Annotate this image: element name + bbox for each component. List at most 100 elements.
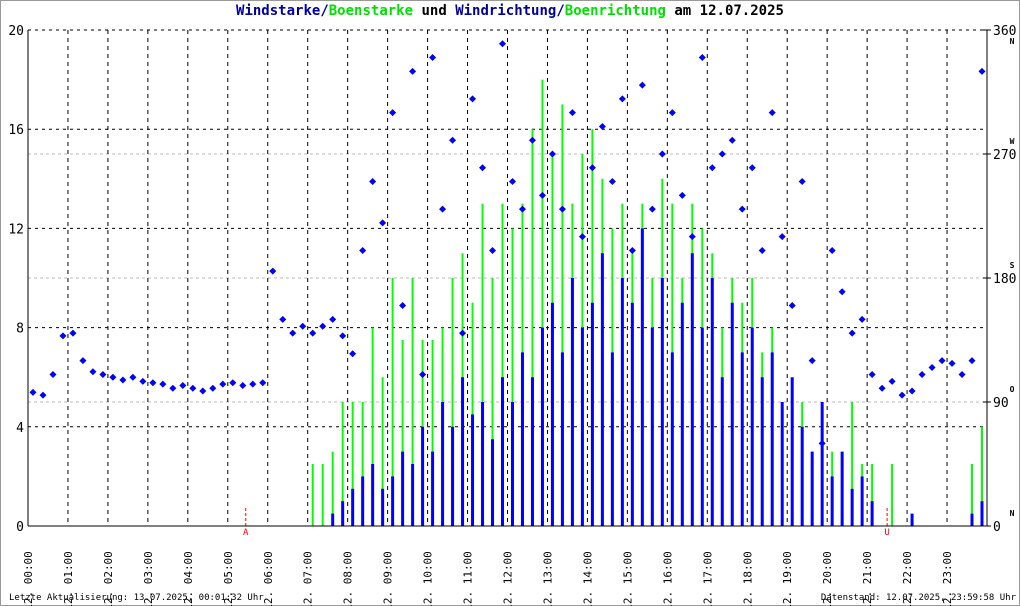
last-update-text: Letzte Aktualisierung: 13.07.2025, 00:01… (9, 593, 264, 603)
direction-point (119, 376, 127, 384)
direction-point (269, 267, 277, 275)
x-tick-label: 12. 10:00 (422, 551, 435, 606)
direction-point (688, 233, 696, 241)
x-tick-label: 12. 19:00 (781, 551, 794, 606)
direction-point (718, 150, 726, 158)
right-tick-label: 270 (993, 148, 1016, 163)
direction-point (449, 136, 457, 144)
x-tick-label: 12. 16:00 (661, 551, 674, 606)
direction-point (528, 136, 536, 144)
direction-point (409, 67, 417, 75)
direction-point (818, 439, 826, 447)
direction-point (648, 205, 656, 213)
right-tick-label: 0 (993, 520, 1001, 535)
compass-label: S (1010, 261, 1015, 270)
x-tick-label: 12. 18:00 (741, 551, 754, 606)
direction-point (289, 329, 297, 337)
direction-point (459, 329, 467, 337)
direction-point (698, 54, 706, 62)
direction-point (868, 370, 876, 378)
direction-point (948, 359, 956, 367)
direction-point (928, 364, 936, 372)
direction-point (738, 205, 746, 213)
direction-point (89, 368, 97, 376)
direction-point (638, 81, 646, 89)
x-tick-label: 12. 12:00 (502, 551, 515, 606)
direction-point (309, 329, 317, 337)
direction-point (958, 370, 966, 378)
left-tick-label: 20 (8, 24, 24, 39)
direction-point (608, 178, 616, 186)
direction-point (49, 370, 57, 378)
wind-chart: 0N90O180S270W360N04812162012. 00:00 12. 0… (8, 24, 1016, 606)
direction-point (339, 332, 347, 340)
direction-point (918, 370, 926, 378)
marker-label-A: A (243, 528, 249, 538)
data-timestamp-text: Datenstand: 12.07.2025, 23:59:58 Uhr (820, 593, 1016, 603)
direction-point (169, 384, 177, 392)
direction-point (79, 357, 87, 365)
x-tick-label: 12. 07:00 (302, 551, 315, 606)
left-tick-label: 8 (16, 322, 24, 337)
direction-point (259, 379, 267, 387)
direction-point (489, 246, 497, 254)
direction-point (508, 178, 516, 186)
direction-point (558, 205, 566, 213)
compass-label: O (1010, 385, 1015, 394)
direction-point (149, 379, 157, 387)
marker-label-U: U (884, 528, 889, 538)
direction-point (668, 109, 676, 117)
direction-point (758, 246, 766, 254)
direction-point (359, 246, 367, 254)
direction-point (888, 377, 896, 385)
direction-point (768, 109, 776, 117)
direction-point (279, 315, 287, 323)
direction-point (848, 329, 856, 337)
direction-point (249, 380, 257, 388)
x-tick-label: 12. 17:00 (701, 551, 714, 606)
direction-point (59, 332, 67, 340)
direction-point (139, 377, 147, 385)
direction-point (568, 109, 576, 117)
direction-point (99, 370, 107, 378)
direction-point (239, 381, 247, 389)
direction-point (349, 350, 357, 358)
direction-point (838, 288, 846, 296)
direction-point (419, 370, 427, 378)
direction-point (379, 219, 387, 227)
direction-point (748, 164, 756, 172)
x-tick-label: 12. 15:00 (621, 551, 634, 606)
direction-point (389, 109, 397, 117)
direction-point (69, 329, 77, 337)
direction-point (439, 205, 447, 213)
direction-point (538, 191, 546, 199)
x-tick-label: 12. 14:00 (581, 551, 594, 606)
direction-point (788, 302, 796, 310)
direction-point (628, 246, 636, 254)
compass-label: N (1010, 37, 1015, 46)
direction-point (798, 178, 806, 186)
direction-point (229, 379, 237, 387)
direction-point (708, 164, 716, 172)
direction-point (778, 233, 786, 241)
left-tick-label: 0 (16, 520, 24, 535)
direction-point (429, 54, 437, 62)
direction-point (329, 315, 337, 323)
direction-point (189, 384, 197, 392)
direction-point (878, 384, 886, 392)
direction-point (588, 164, 596, 172)
right-tick-label: 90 (993, 396, 1009, 411)
direction-point (399, 302, 407, 310)
direction-point (658, 150, 666, 158)
x-tick-label: 12. 11:00 (462, 551, 475, 606)
compass-label: W (1010, 137, 1015, 146)
direction-point (858, 315, 866, 323)
direction-point (908, 387, 916, 395)
direction-point (578, 233, 586, 241)
direction-point (728, 136, 736, 144)
direction-point (199, 387, 207, 395)
direction-point (479, 164, 487, 172)
direction-point (828, 246, 836, 254)
direction-point (29, 388, 37, 396)
x-tick-label: 12. 08:00 (342, 551, 355, 606)
